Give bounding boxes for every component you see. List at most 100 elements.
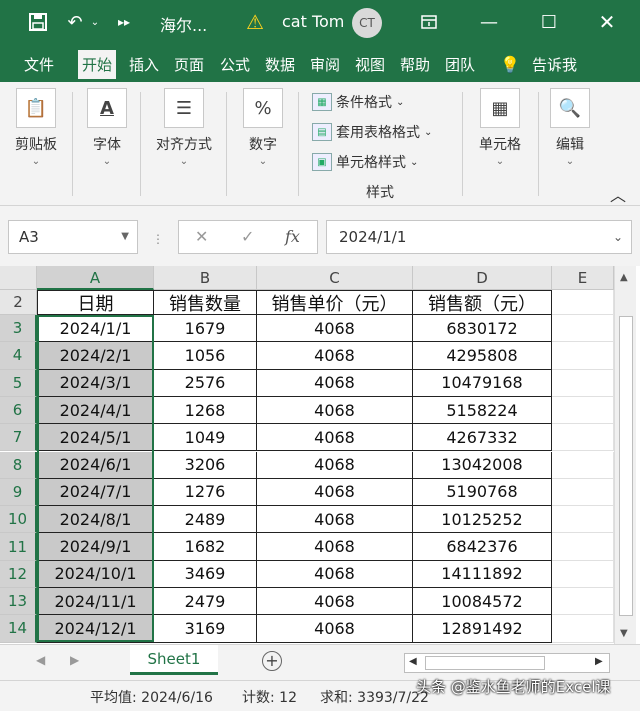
cell-quantity[interactable]: 1049 xyxy=(154,424,257,452)
cell-unit-price[interactable]: 4068 xyxy=(257,396,413,425)
chevron-down-icon[interactable]: ⌄ xyxy=(613,221,623,253)
number-group[interactable]: % 数字 ⌄ xyxy=(240,88,286,188)
cell-sales-amount[interactable]: 10125252 xyxy=(413,506,552,534)
cell-sales-amount[interactable]: 10084572 xyxy=(413,588,552,616)
row-header[interactable]: 9 xyxy=(0,478,37,507)
editing-group[interactable]: 🔍 编辑 ⌄ xyxy=(548,88,592,188)
cell-sales-amount[interactable]: 6830172 xyxy=(413,315,552,343)
row-header[interactable]: 6 xyxy=(0,396,37,425)
row-header[interactable]: 10 xyxy=(0,506,37,534)
sheet-tab[interactable]: Sheet1 xyxy=(130,645,218,675)
tab-insert[interactable]: 插入 xyxy=(125,50,163,82)
cell-unit-price[interactable]: 4068 xyxy=(257,315,413,343)
cell-date[interactable]: 2024/12/1 xyxy=(37,615,154,643)
tab-file[interactable]: 文件 xyxy=(20,50,58,82)
cell-date[interactable]: 2024/7/1 xyxy=(37,478,154,507)
cell-quantity[interactable]: 3169 xyxy=(154,615,257,643)
vertical-scrollbar[interactable]: ▲ ▼ xyxy=(614,266,636,644)
chevron-down-icon[interactable]: ▼ xyxy=(121,221,129,253)
quick-access-more-icon[interactable]: ▸▸ xyxy=(114,0,134,44)
tab-help[interactable]: 帮助 xyxy=(396,50,434,82)
row-header[interactable]: 2 xyxy=(0,290,37,315)
cell-sales-amount[interactable]: 13042008 xyxy=(413,451,552,479)
select-all-corner[interactable] xyxy=(0,266,37,290)
row-header[interactable]: 11 xyxy=(0,533,37,561)
tab-view[interactable]: 视图 xyxy=(351,50,389,82)
tab-data[interactable]: 数据 xyxy=(261,50,299,82)
empty-cell[interactable] xyxy=(552,290,614,315)
cell-unit-price[interactable]: 4068 xyxy=(257,588,413,616)
undo-icon[interactable]: ↶ xyxy=(62,0,88,44)
sheet-next-icon[interactable]: ▶ xyxy=(70,653,79,667)
cell-date[interactable]: 2024/1/1 xyxy=(37,315,154,343)
tab-formulas[interactable]: 公式 xyxy=(216,50,254,82)
empty-cell[interactable] xyxy=(552,533,614,561)
cell-date[interactable]: 2024/11/1 xyxy=(37,588,154,616)
row-header[interactable]: 4 xyxy=(0,342,37,370)
cell-date[interactable]: 2024/10/1 xyxy=(37,560,154,588)
cell-quantity[interactable]: 2576 xyxy=(154,369,257,397)
cell-sales-amount[interactable]: 12891492 xyxy=(413,615,552,643)
ribbon-display-icon[interactable] xyxy=(416,0,442,44)
column-header-c[interactable]: C xyxy=(257,266,413,290)
empty-cell[interactable] xyxy=(552,342,614,370)
alignment-group[interactable]: ☰ 对齐方式 ⌄ xyxy=(150,88,218,188)
cell-date[interactable]: 2024/2/1 xyxy=(37,342,154,370)
header-cell-unit-price[interactable]: 销售单价（元） xyxy=(257,290,413,315)
empty-cell[interactable] xyxy=(552,506,614,534)
header-cell-quantity[interactable]: 销售数量 xyxy=(154,290,257,315)
avatar[interactable]: CT xyxy=(352,8,382,38)
cell-quantity[interactable]: 1679 xyxy=(154,315,257,343)
row-header[interactable]: 14 xyxy=(0,615,37,643)
formula-input[interactable]: 2024/1/1 ⌄ xyxy=(326,220,632,254)
row-header[interactable]: 7 xyxy=(0,424,37,452)
user-name[interactable]: cat Tom xyxy=(282,12,344,31)
format-as-table-button[interactable]: ▤ 套用表格格式 ⌄ xyxy=(312,120,432,144)
cell-date[interactable]: 2024/3/1 xyxy=(37,369,154,397)
scroll-left-icon[interactable]: ◀ xyxy=(409,656,417,667)
cell-unit-price[interactable]: 4068 xyxy=(257,478,413,507)
minimize-icon[interactable]: — xyxy=(476,0,502,44)
row-header[interactable]: 13 xyxy=(0,588,37,616)
cell-unit-price[interactable]: 4068 xyxy=(257,424,413,452)
empty-cell[interactable] xyxy=(552,478,614,507)
scroll-down-icon[interactable]: ▼ xyxy=(620,628,628,639)
cell-quantity[interactable]: 3469 xyxy=(154,560,257,588)
cell-sales-amount[interactable]: 14111892 xyxy=(413,560,552,588)
header-cell-date[interactable]: 日期 xyxy=(37,290,154,315)
close-icon[interactable]: ✕ xyxy=(594,0,620,44)
cell-styles-button[interactable]: ▣ 单元格样式 ⌄ xyxy=(312,150,418,174)
cell-sales-amount[interactable]: 6842376 xyxy=(413,533,552,561)
cell-date[interactable]: 2024/6/1 xyxy=(37,451,154,479)
column-header-b[interactable]: B xyxy=(154,266,257,290)
cell-quantity[interactable]: 1276 xyxy=(154,478,257,507)
cell-unit-price[interactable]: 4068 xyxy=(257,533,413,561)
conditional-format-button[interactable]: ▦ 条件格式 ⌄ xyxy=(312,90,404,114)
cell-quantity[interactable]: 1682 xyxy=(154,533,257,561)
cell-quantity[interactable]: 1268 xyxy=(154,396,257,425)
sheet-prev-icon[interactable]: ◀ xyxy=(36,653,45,667)
column-header-d[interactable]: D xyxy=(413,266,552,290)
row-header[interactable]: 8 xyxy=(0,451,37,479)
horizontal-scrollbar[interactable]: ◀ ▶ xyxy=(404,653,610,673)
empty-cell[interactable] xyxy=(552,560,614,588)
empty-cell[interactable] xyxy=(552,615,614,643)
cell-date[interactable]: 2024/4/1 xyxy=(37,396,154,425)
scroll-thumb[interactable] xyxy=(619,316,633,616)
column-header-e[interactable]: E xyxy=(552,266,614,290)
cell-date[interactable]: 2024/9/1 xyxy=(37,533,154,561)
tab-review[interactable]: 审阅 xyxy=(306,50,344,82)
tab-page-layout[interactable]: 页面 xyxy=(170,50,214,82)
cells-group[interactable]: ▦ 单元格 ⌄ xyxy=(472,88,528,188)
cell-quantity[interactable]: 3206 xyxy=(154,451,257,479)
scroll-thumb[interactable] xyxy=(425,656,545,670)
insert-function-icon[interactable]: fx xyxy=(285,227,300,246)
empty-cell[interactable] xyxy=(552,424,614,452)
row-header[interactable]: 3 xyxy=(0,315,37,343)
cell-unit-price[interactable]: 4068 xyxy=(257,615,413,643)
cell-quantity[interactable]: 2489 xyxy=(154,506,257,534)
cell-date[interactable]: 2024/5/1 xyxy=(37,424,154,452)
scroll-right-icon[interactable]: ▶ xyxy=(595,656,603,667)
cell-sales-amount[interactable]: 4267332 xyxy=(413,424,552,452)
undo-dropdown-icon[interactable]: ⌄ xyxy=(88,0,102,44)
